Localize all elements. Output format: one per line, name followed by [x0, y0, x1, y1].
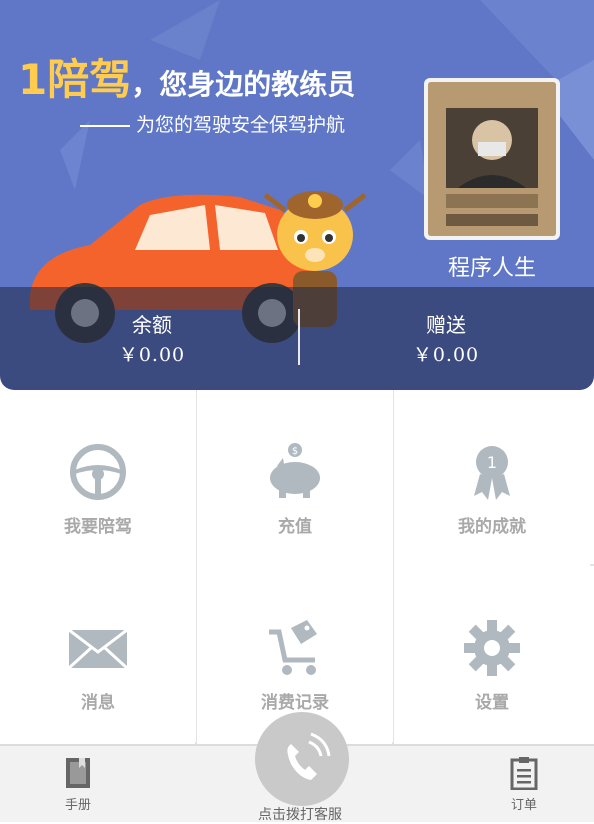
grid-item-settings[interactable]: 设置	[394, 566, 590, 742]
balance-label: 余额	[132, 313, 172, 337]
envelope-icon	[67, 628, 129, 670]
headline: 1陪驾，您身边的教练员	[18, 46, 355, 107]
nav-orders[interactable]: 订单	[494, 756, 554, 813]
avatar-image	[428, 82, 556, 236]
balance-value: ￥0.00	[118, 344, 186, 366]
balance-bar: 余额 ￥0.00 赠送 ￥0.00	[0, 287, 594, 390]
grid-item-driving[interactable]: 我要陪驾	[0, 390, 196, 566]
call-service-label: 点击拨打客服	[258, 807, 342, 823]
nav-manual[interactable]: 手册	[48, 756, 108, 813]
piggy-bank-icon: $	[270, 443, 320, 498]
grid-item-label: 充值	[278, 517, 312, 537]
book-icon	[66, 758, 90, 788]
award-ribbon-icon: 1	[474, 446, 510, 500]
header-banner: 1陪驾，您身边的教练员 为您的驾驶安全保驾护航 程序人生 余额 ￥0.00 赠送…	[0, 0, 594, 390]
feature-grid: 我要陪驾 $ 充值 1 我的成就 消息 消费记录 设置	[0, 390, 594, 744]
phone-icon	[287, 732, 331, 780]
tagline-text: 为您的驾驶安全保驾护航	[136, 114, 346, 136]
grid-item-messages[interactable]: 消息	[0, 566, 196, 742]
call-service-button[interactable]	[255, 712, 349, 806]
tagline: 为您的驾驶安全保驾护航	[80, 110, 345, 137]
avatar-portrait	[428, 82, 556, 236]
clipboard-icon	[510, 757, 538, 791]
grid-item-label: 我的成就	[458, 517, 526, 537]
tagline-dash	[80, 124, 130, 127]
grid-item-label: 消费记录	[261, 693, 329, 713]
user-nickname: 程序人生	[447, 256, 536, 281]
grid-item-recharge[interactable]: $ 充值	[197, 390, 393, 566]
balance-main[interactable]: 余额 ￥0.00	[52, 309, 252, 367]
balance-bonus[interactable]: 赠送 ￥0.00	[346, 309, 546, 367]
svg-text:$: $	[292, 446, 298, 457]
gear-icon	[464, 620, 520, 676]
svg-text:1: 1	[487, 453, 497, 472]
grid-item-label: 消息	[81, 693, 115, 713]
bonus-label: 赠送	[426, 313, 466, 337]
nav-manual-label: 手册	[64, 798, 91, 813]
grid-item-label: 设置	[475, 693, 509, 713]
bonus-value: ￥0.00	[412, 344, 480, 366]
shopping-cart-icon	[269, 620, 317, 675]
nav-orders-label: 订单	[510, 798, 537, 813]
brand-name: 1陪驾	[18, 55, 132, 104]
grid-item-achievements[interactable]: 1 我的成就	[394, 390, 590, 566]
grid-item-label: 我要陪驾	[64, 517, 132, 537]
steering-wheel-icon	[70, 444, 126, 500]
balance-divider	[298, 309, 300, 365]
headline-text: ，您身边的教练员	[131, 68, 356, 101]
avatar[interactable]	[424, 78, 560, 240]
